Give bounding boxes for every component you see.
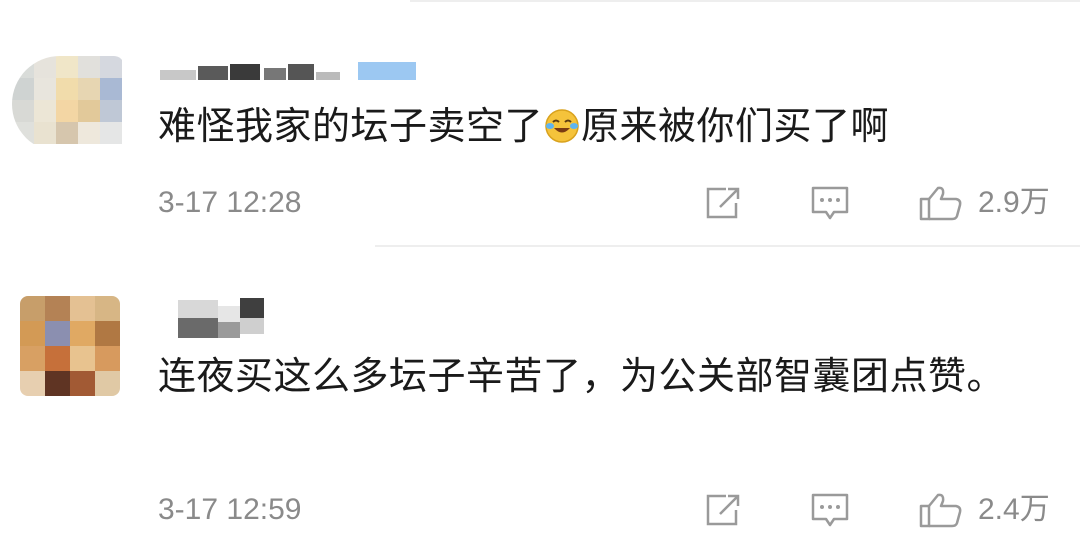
comment-meta: 3-17 12:28 2.9万 (0, 183, 1080, 223)
comment-divider (375, 245, 1080, 247)
like-icon (919, 493, 962, 528)
comment-text: 难怪我家的坛子卖空了 原来被你们买了啊 (158, 95, 1020, 157)
reply-button[interactable] (810, 492, 850, 528)
avatar[interactable] (20, 296, 120, 396)
username-redacted[interactable] (160, 60, 430, 80)
share-icon (706, 494, 740, 526)
share-button[interactable] (704, 185, 744, 221)
top-divider (410, 0, 1080, 2)
laugh-cry-emoji-icon (545, 109, 579, 143)
comment-text: 连夜买这么多坛子辛苦了，为公关部智囊团点赞。 (158, 354, 1006, 398)
timestamp: 3-17 12:59 (158, 493, 302, 526)
comment-meta: 3-17 12:59 2.4万 (0, 490, 1080, 530)
like-button[interactable] (918, 492, 964, 528)
like-icon (919, 186, 962, 221)
comment-item: 难怪我家的坛子卖空了 原来被你们买了啊 3-17 12:28 2.9万 (0, 50, 1080, 246)
timestamp: 3-17 12:28 (158, 186, 302, 219)
reply-icon (811, 493, 849, 527)
username-redacted[interactable] (178, 296, 288, 342)
like-count: 2.4万 (978, 493, 1050, 526)
comment-text-part: 原来被你们买了啊 (581, 104, 890, 148)
reply-button[interactable] (810, 185, 850, 221)
like-button[interactable] (918, 185, 964, 221)
reply-icon (811, 186, 849, 220)
share-button[interactable] (704, 492, 744, 528)
like-count: 2.9万 (978, 186, 1050, 219)
comment-item: 连夜买这么多坛子辛苦了，为公关部智囊团点赞。 3-17 12:59 2.4万 (0, 290, 1080, 537)
share-icon (706, 187, 740, 219)
avatar[interactable] (12, 56, 124, 152)
comment-text-part: 难怪我家的坛子卖空了 (158, 104, 544, 148)
